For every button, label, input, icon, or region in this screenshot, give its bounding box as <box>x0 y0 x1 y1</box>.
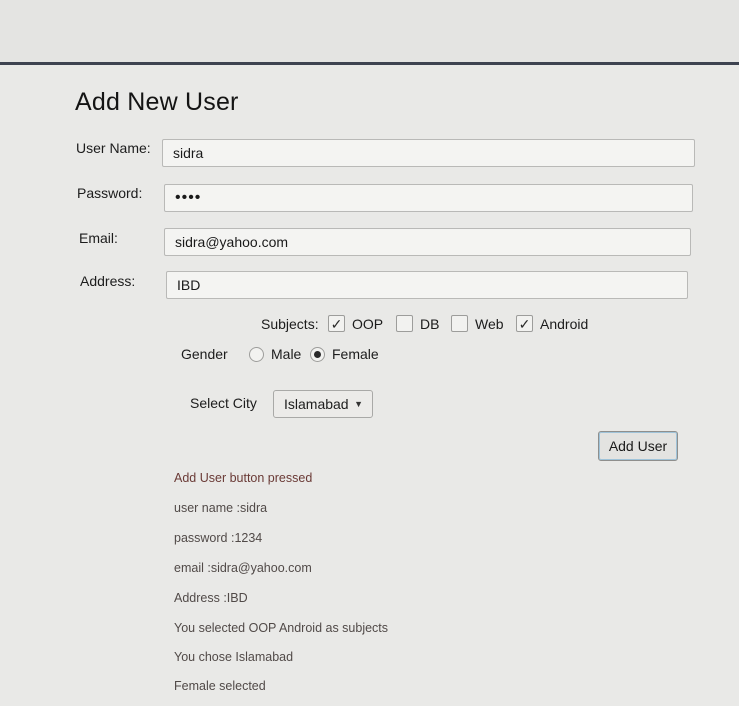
radio-dot <box>314 350 321 358</box>
email-label: Email: <box>79 230 118 246</box>
select-city-label: Select City <box>190 395 257 411</box>
checkbox-label: DB <box>420 315 440 332</box>
address-field[interactable]: IBD <box>166 271 688 299</box>
user-name-label: User Name: <box>76 140 151 156</box>
password-label: Password: <box>77 185 143 201</box>
checkbox-label: Web <box>475 315 504 332</box>
gender-label: Gender <box>181 346 228 362</box>
city-select[interactable]: Islamabad ▼ <box>273 390 373 418</box>
log-line: Female selected <box>174 679 266 693</box>
radio-label: Male <box>271 346 302 362</box>
checkbox-web[interactable]: Web <box>451 315 504 332</box>
checkbox-unchecked-icon[interactable] <box>451 315 468 332</box>
checkbox-db[interactable]: DB <box>396 315 439 332</box>
log-line: Add User button pressed <box>174 471 313 485</box>
page-title: Add New User <box>75 88 239 116</box>
email-field[interactable]: sidra@yahoo.com <box>164 228 691 256</box>
address-label: Address: <box>80 273 136 289</box>
city-select-value: Islamabad <box>284 396 349 412</box>
chevron-down-icon: ▼ <box>354 399 363 409</box>
radio-unselected-icon[interactable] <box>249 346 264 362</box>
radio-label: Female <box>332 346 379 362</box>
radio-selected-icon[interactable] <box>310 346 325 362</box>
user-name-field[interactable]: sidra <box>162 139 695 167</box>
window-top-area <box>0 0 739 62</box>
radio-female[interactable]: Female <box>310 346 379 362</box>
checkbox-unchecked-icon[interactable] <box>396 315 413 332</box>
checkbox-label: OOP <box>352 315 384 332</box>
password-field[interactable]: •••• <box>164 184 693 212</box>
checkbox-label: Android <box>540 315 589 332</box>
checkbox-checked-icon[interactable]: ✓ <box>328 315 345 332</box>
log-line: Address :IBD <box>174 591 248 605</box>
checkbox-checked-icon[interactable]: ✓ <box>516 315 533 332</box>
radio-male[interactable]: Male <box>249 346 301 362</box>
subjects-label: Subjects: <box>261 316 319 332</box>
checkbox-oop[interactable]: ✓ OOP <box>328 315 383 332</box>
log-line: You chose Islamabad <box>174 650 294 664</box>
checkbox-android[interactable]: ✓ Android <box>516 315 588 332</box>
log-line: email :sidra@yahoo.com <box>174 561 312 575</box>
log-line: user name :sidra <box>174 501 268 515</box>
log-line: password :1234 <box>174 531 263 545</box>
add-user-button[interactable]: Add User <box>598 431 678 461</box>
log-line: You selected OOP Android as subjects <box>174 621 389 635</box>
